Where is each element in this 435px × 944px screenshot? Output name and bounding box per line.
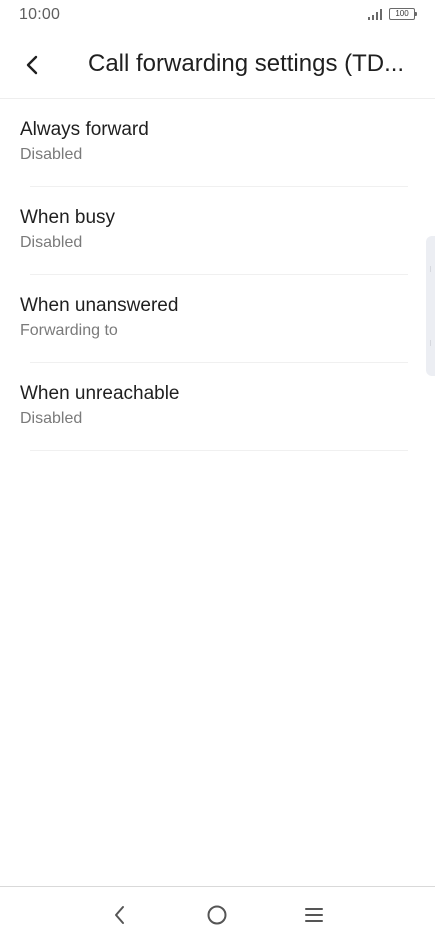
item-subtitle: Disabled <box>20 146 83 163</box>
item-subtitle: Forwarding to <box>20 322 118 339</box>
page-title: Call forwarding settings (TD... <box>88 50 405 77</box>
chevron-left-icon <box>26 55 38 75</box>
nav-back-icon <box>115 906 124 924</box>
battery-level: 100 <box>395 9 409 18</box>
list-item-when-busy[interactable]: When busy Disabled <box>0 187 435 275</box>
nav-home-button[interactable] <box>199 899 235 931</box>
status-bar: 10:00 100 <box>0 0 435 32</box>
back-button[interactable] <box>14 46 52 84</box>
navigation-bar <box>0 887 435 944</box>
item-title: When unreachable <box>20 383 180 404</box>
nav-menu-icon <box>305 908 323 922</box>
signal-icon <box>368 8 382 20</box>
battery-icon: 100 <box>389 8 417 20</box>
settings-list: Always forward Disabled When busy Disabl… <box>0 99 435 451</box>
list-item-when-unreachable[interactable]: When unreachable Disabled <box>0 363 435 451</box>
status-indicators: 100 <box>368 8 417 20</box>
status-time: 10:00 <box>19 6 61 23</box>
item-subtitle: Disabled <box>20 410 83 427</box>
item-subtitle: Disabled <box>20 234 83 251</box>
side-scroll-handle[interactable] <box>426 236 435 376</box>
nav-back-button[interactable] <box>102 899 138 931</box>
list-item-when-unanswered[interactable]: When unanswered Forwarding to <box>0 275 435 363</box>
app-bar: Call forwarding settings (TD... <box>0 32 435 98</box>
nav-home-icon <box>207 905 227 925</box>
item-title: When busy <box>20 207 116 228</box>
item-title: Always forward <box>20 119 149 140</box>
list-item-always-forward[interactable]: Always forward Disabled <box>0 99 435 187</box>
nav-menu-button[interactable] <box>296 899 332 931</box>
item-title: When unanswered <box>20 295 179 316</box>
item-divider <box>30 450 408 451</box>
